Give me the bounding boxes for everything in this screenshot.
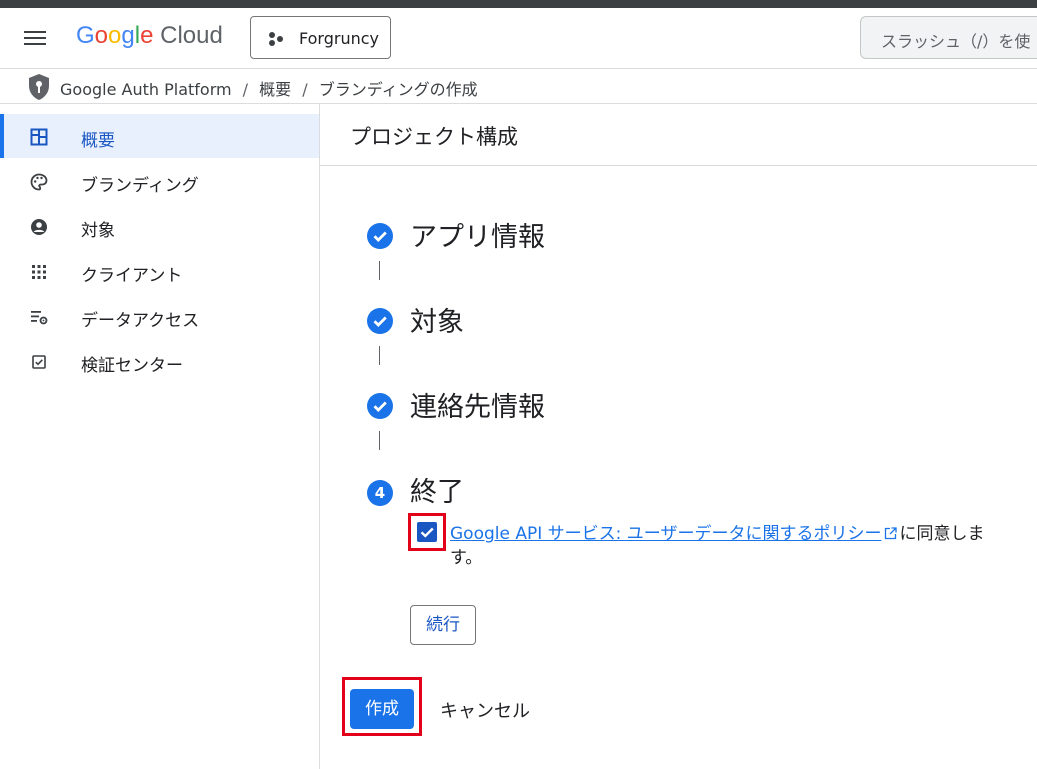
palette-icon <box>30 173 48 191</box>
create-button[interactable]: 作成 <box>350 689 414 729</box>
logo-letter: g <box>121 22 135 49</box>
title-divider <box>320 165 1037 166</box>
step-audience[interactable]: 対象 <box>410 300 464 339</box>
sidebar-item-label: データアクセス <box>81 311 200 331</box>
logo-google-wordmark: Google <box>76 22 153 49</box>
step-connector <box>379 261 380 280</box>
cancel-button[interactable]: キャンセル <box>440 697 530 723</box>
step-connector <box>379 431 380 450</box>
user-data-policy-link[interactable]: Google API サービス: ユーザーデータに関するポリシー <box>450 524 881 544</box>
logo-letter: o <box>108 22 122 49</box>
sidebar-item-clients[interactable]: クライアント <box>0 249 319 293</box>
checkmark-icon <box>420 527 434 538</box>
sidebar-item-overview[interactable]: 概要 <box>0 114 319 158</box>
data-settings-icon <box>31 311 48 325</box>
sidebar-nav: 概要 ブランディング 対象 クライアント データアクセス 検証センター <box>0 104 320 769</box>
sidebar-item-data-access[interactable]: データアクセス <box>0 294 319 338</box>
browser-top-strip <box>0 0 1037 8</box>
breadcrumb: Google Auth Platform / 概要 / ブランディングの作成 <box>0 69 1037 104</box>
policy-consent-text: Google API サービス: ユーザーデータに関するポリシー に同意します。 <box>450 522 1010 570</box>
project-dots-icon <box>269 32 283 46</box>
project-name: Forgruncy <box>299 29 379 48</box>
google-cloud-logo[interactable]: Google Cloud <box>76 22 223 50</box>
policy-agree-checkbox[interactable] <box>417 522 437 542</box>
step-complete-check-icon <box>367 223 393 249</box>
sidebar-item-label: 対象 <box>81 221 115 241</box>
search-input[interactable]: スラッシュ（/）を使 <box>860 16 1037 59</box>
shield-lock-icon <box>29 74 49 100</box>
apps-grid-icon <box>32 265 46 279</box>
sidebar-item-label: 検証センター <box>81 356 183 376</box>
step-finish: 終了 <box>410 477 464 508</box>
sidebar-item-label: 概要 <box>81 131 115 151</box>
step-number-badge: 4 <box>367 480 393 506</box>
sidebar-item-branding[interactable]: ブランディング <box>0 159 319 203</box>
main-content: プロジェクト構成 アプリ情報 対象 連絡先情報 4 終了 Google API … <box>320 104 1037 769</box>
sidebar-item-label: ブランディング <box>81 176 199 196</box>
logo-letter: G <box>76 22 95 49</box>
step-number: 4 <box>374 484 386 502</box>
breadcrumb-item-overview[interactable]: 概要 <box>259 80 291 99</box>
step-connector <box>379 346 380 365</box>
breadcrumb-separator: / <box>242 80 249 99</box>
step-app-info[interactable]: アプリ情報 <box>410 215 545 254</box>
breadcrumb-item-platform[interactable]: Google Auth Platform <box>60 80 232 99</box>
top-header: Google Cloud Forgruncy スラッシュ（/）を使 <box>0 8 1037 69</box>
main-menu-icon[interactable] <box>22 28 48 48</box>
logo-letter: o <box>94 22 109 49</box>
breadcrumb-item-current: ブランディングの作成 <box>318 80 478 99</box>
sidebar-item-verification-center[interactable]: 検証センター <box>0 339 319 383</box>
continue-button[interactable]: 続行 <box>410 605 476 645</box>
sidebar-item-audience[interactable]: 対象 <box>0 204 319 248</box>
logo-cloud-wordmark: Cloud <box>160 22 223 49</box>
checkbox-icon <box>32 355 46 369</box>
person-circle-icon <box>31 219 47 235</box>
step-contact-info[interactable]: 連絡先情報 <box>410 385 545 424</box>
step-complete-check-icon <box>367 308 393 334</box>
dashboard-icon <box>30 128 48 146</box>
project-picker-button[interactable]: Forgruncy <box>250 16 391 59</box>
logo-letter: e <box>140 22 154 49</box>
step-complete-check-icon <box>367 393 393 419</box>
breadcrumb-separator: / <box>302 80 308 99</box>
sidebar-item-label: クライアント <box>81 266 183 286</box>
open-in-new-icon <box>885 527 898 540</box>
search-placeholder: スラッシュ（/）を使 <box>881 32 1031 51</box>
page-title: プロジェクト構成 <box>350 125 518 149</box>
